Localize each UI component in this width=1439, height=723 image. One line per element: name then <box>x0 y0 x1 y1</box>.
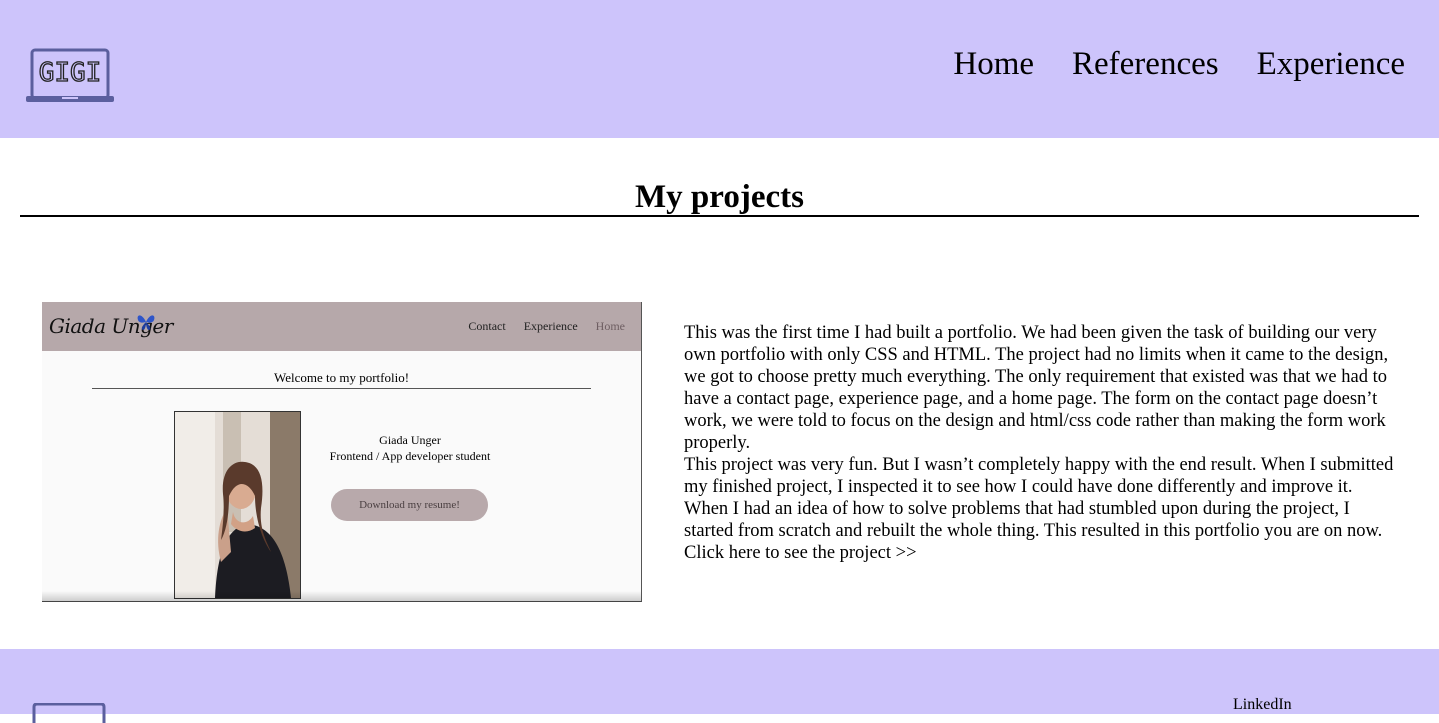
project-thumbnail[interactable]: Giada Unger Contact Experience Home Welc… <box>42 302 642 602</box>
thumbnail-nav-contact: Contact <box>468 319 506 333</box>
thumbnail-divider <box>92 388 591 389</box>
thumbnail-nav-home: Home <box>595 319 625 333</box>
see-project-link[interactable]: Click here to see the project >> <box>684 542 1400 564</box>
description-paragraph-2: This project was very fun. But I wasn’t … <box>684 455 1394 541</box>
thumbnail-nav: Contact Experience Home <box>468 319 625 334</box>
thumbnail-download-resume-button: Download my resume! <box>331 489 488 521</box>
logo-text: GIGI <box>39 58 102 88</box>
thumbnail-welcome-heading: Welcome to my portfolio! <box>273 370 410 385</box>
butterfly-icon <box>137 315 155 330</box>
nav-experience-link[interactable]: Experience <box>1257 44 1405 84</box>
title-divider <box>20 215 1419 217</box>
description-paragraph-1: This was the first time I had built a po… <box>684 323 1389 453</box>
site-header: GIGI Home References Experience <box>0 0 1439 138</box>
main-nav: Home References Experience <box>953 44 1405 84</box>
page-title: My projects <box>635 179 804 215</box>
thumbnail-bottom-shadow <box>42 591 641 601</box>
thumbnail-nav-experience: Experience <box>523 319 578 333</box>
nav-references-link[interactable]: References <box>1072 44 1219 84</box>
thumbnail-person-name: Giada Unger <box>379 433 441 447</box>
laptop-logo-icon[interactable]: GIGI <box>24 46 116 106</box>
footer-laptop-logo-icon[interactable] <box>30 703 108 723</box>
project-description: This was the first time I had built a po… <box>684 322 1400 564</box>
footer-linkedin-link[interactable]: LinkedIn <box>1233 696 1292 714</box>
thumbnail-person-role: Frontend / App developer student <box>329 449 491 463</box>
nav-home-link[interactable]: Home <box>953 44 1034 84</box>
site-footer: LinkedIn <box>0 649 1439 723</box>
thumbnail-navbar: Giada Unger Contact Experience Home <box>42 302 641 351</box>
profile-photo <box>174 411 301 599</box>
